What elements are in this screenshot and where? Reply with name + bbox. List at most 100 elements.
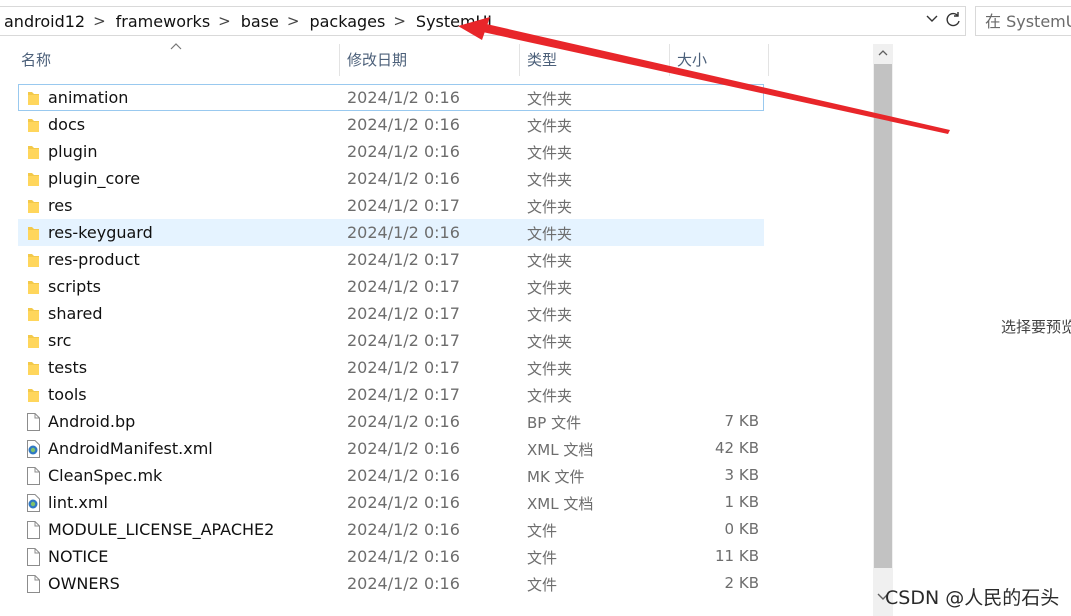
file-modified-date: 2024/1/2 0:16 — [347, 439, 460, 458]
column-headers: 名称 修改日期 类型 大小 — [0, 44, 770, 76]
breadcrumb-android12[interactable]: android12 — [0, 12, 89, 31]
file-row[interactable]: shared 2024/1/2 0:17 文件夹 — [18, 300, 764, 327]
file-modified-date: 2024/1/2 0:16 — [347, 412, 460, 431]
xml-file-icon — [25, 440, 41, 458]
file-modified-date: 2024/1/2 0:16 — [347, 88, 460, 107]
file-icon — [25, 521, 41, 539]
file-row[interactable]: OWNERS 2024/1/2 0:16 文件 2 KB — [18, 570, 764, 597]
address-bar[interactable]: android12 > frameworks > base > packages… — [0, 6, 966, 36]
watermark: CSDN @人民的石头 — [885, 587, 1060, 609]
file-type: 文件夹 — [527, 333, 573, 351]
folder-icon — [25, 359, 41, 377]
xml-file-icon — [25, 494, 41, 512]
file-type: BP 文件 — [527, 414, 582, 432]
column-divider[interactable] — [339, 44, 340, 76]
file-row[interactable]: scripts 2024/1/2 0:17 文件夹 — [18, 273, 764, 300]
file-row[interactable]: res 2024/1/2 0:17 文件夹 — [18, 192, 764, 219]
file-row[interactable]: NOTICE 2024/1/2 0:16 文件 11 KB — [18, 543, 764, 570]
refresh-icon[interactable] — [944, 11, 962, 34]
breadcrumb-separator-icon[interactable]: > — [389, 12, 412, 30]
column-header-size[interactable]: 大小 — [677, 44, 707, 76]
file-type: 文件 — [527, 549, 558, 567]
file-row[interactable]: plugin 2024/1/2 0:16 文件夹 — [18, 138, 764, 165]
file-row[interactable]: Android.bp 2024/1/2 0:16 BP 文件 7 KB — [18, 408, 764, 435]
file-row[interactable]: res-keyguard 2024/1/2 0:16 文件夹 — [18, 219, 764, 246]
file-modified-date: 2024/1/2 0:16 — [347, 169, 460, 188]
file-size: 0 KB — [724, 520, 759, 538]
file-name: CleanSpec.mk — [48, 466, 163, 485]
file-icon — [25, 467, 41, 485]
search-box[interactable] — [975, 6, 1071, 36]
folder-icon — [25, 170, 41, 188]
file-type: 文件夹 — [527, 90, 573, 108]
column-header-name[interactable]: 名称 — [21, 44, 51, 76]
file-row[interactable]: docs 2024/1/2 0:16 文件夹 — [18, 111, 764, 138]
file-type: 文件夹 — [527, 387, 573, 405]
column-divider[interactable] — [669, 44, 670, 76]
file-name: Android.bp — [48, 412, 136, 431]
column-divider[interactable] — [768, 44, 769, 76]
file-name: plugin — [48, 142, 98, 161]
file-size: 1 KB — [724, 493, 759, 511]
file-icon — [25, 413, 41, 431]
breadcrumb-frameworks[interactable]: frameworks — [112, 12, 215, 31]
file-name: plugin_core — [48, 169, 141, 188]
file-row[interactable]: animation 2024/1/2 0:16 文件夹 — [18, 84, 764, 111]
file-row[interactable]: lint.xml 2024/1/2 0:16 XML 文档 1 KB — [18, 489, 764, 516]
breadcrumb-base[interactable]: base — [237, 12, 283, 31]
folder-icon — [25, 224, 41, 242]
vertical-scrollbar[interactable] — [873, 44, 893, 616]
file-name: MODULE_LICENSE_APACHE2 — [48, 520, 275, 539]
file-row[interactable]: CleanSpec.mk 2024/1/2 0:16 MK 文件 3 KB — [18, 462, 764, 489]
file-row[interactable]: plugin_core 2024/1/2 0:16 文件夹 — [18, 165, 764, 192]
scrollbar-thumb[interactable] — [874, 64, 892, 568]
file-name: res-product — [48, 250, 140, 269]
preview-pane-message: 选择要预览 — [1001, 318, 1071, 336]
file-modified-date: 2024/1/2 0:16 — [347, 223, 460, 242]
file-icon — [25, 575, 41, 593]
file-name: AndroidManifest.xml — [48, 439, 213, 458]
file-modified-date: 2024/1/2 0:16 — [347, 142, 460, 161]
breadcrumb-systemui[interactable]: SystemUI — [412, 12, 496, 31]
address-history-dropdown-icon[interactable] — [925, 11, 939, 29]
file-type: 文件 — [527, 522, 558, 540]
file-size: 42 KB — [715, 439, 759, 457]
search-input[interactable] — [985, 11, 1071, 31]
column-header-type[interactable]: 类型 — [527, 44, 557, 76]
file-modified-date: 2024/1/2 0:17 — [347, 385, 460, 404]
file-type: 文件夹 — [527, 279, 573, 297]
file-modified-date: 2024/1/2 0:16 — [347, 466, 460, 485]
file-size: 11 KB — [715, 547, 759, 565]
scroll-up-icon[interactable] — [873, 44, 893, 64]
file-row[interactable]: res-product 2024/1/2 0:17 文件夹 — [18, 246, 764, 273]
breadcrumb-separator-icon[interactable]: > — [283, 12, 306, 30]
file-row[interactable]: src 2024/1/2 0:17 文件夹 — [18, 327, 764, 354]
file-type: 文件夹 — [527, 198, 573, 216]
file-modified-date: 2024/1/2 0:17 — [347, 277, 460, 296]
file-name: res — [48, 196, 73, 215]
file-type: XML 文档 — [527, 495, 594, 513]
file-row[interactable]: MODULE_LICENSE_APACHE2 2024/1/2 0:16 文件 0 K… — [18, 516, 764, 543]
column-divider[interactable] — [519, 44, 520, 76]
file-modified-date: 2024/1/2 0:17 — [347, 304, 460, 323]
folder-icon — [25, 305, 41, 323]
file-row[interactable]: tests 2024/1/2 0:17 文件夹 — [18, 354, 764, 381]
breadcrumb-packages[interactable]: packages — [305, 12, 389, 31]
column-header-date[interactable]: 修改日期 — [347, 44, 407, 76]
file-row[interactable]: AndroidManifest.xml 2024/1/2 0:16 XML 文档 42… — [18, 435, 764, 462]
folder-icon — [25, 143, 41, 161]
folder-icon — [25, 332, 41, 350]
file-name: lint.xml — [48, 493, 108, 512]
file-row[interactable]: tools 2024/1/2 0:17 文件夹 — [18, 381, 764, 408]
file-name: shared — [48, 304, 103, 323]
file-type: 文件夹 — [527, 171, 573, 189]
file-icon — [25, 548, 41, 566]
breadcrumb-separator-icon[interactable]: > — [89, 12, 112, 30]
breadcrumb-separator-icon[interactable]: > — [214, 12, 237, 30]
file-modified-date: 2024/1/2 0:16 — [347, 547, 460, 566]
file-modified-date: 2024/1/2 0:16 — [347, 520, 460, 539]
file-modified-date: 2024/1/2 0:16 — [347, 574, 460, 593]
file-type: 文件夹 — [527, 252, 573, 270]
file-size: 3 KB — [724, 466, 759, 484]
file-type: 文件夹 — [527, 360, 573, 378]
